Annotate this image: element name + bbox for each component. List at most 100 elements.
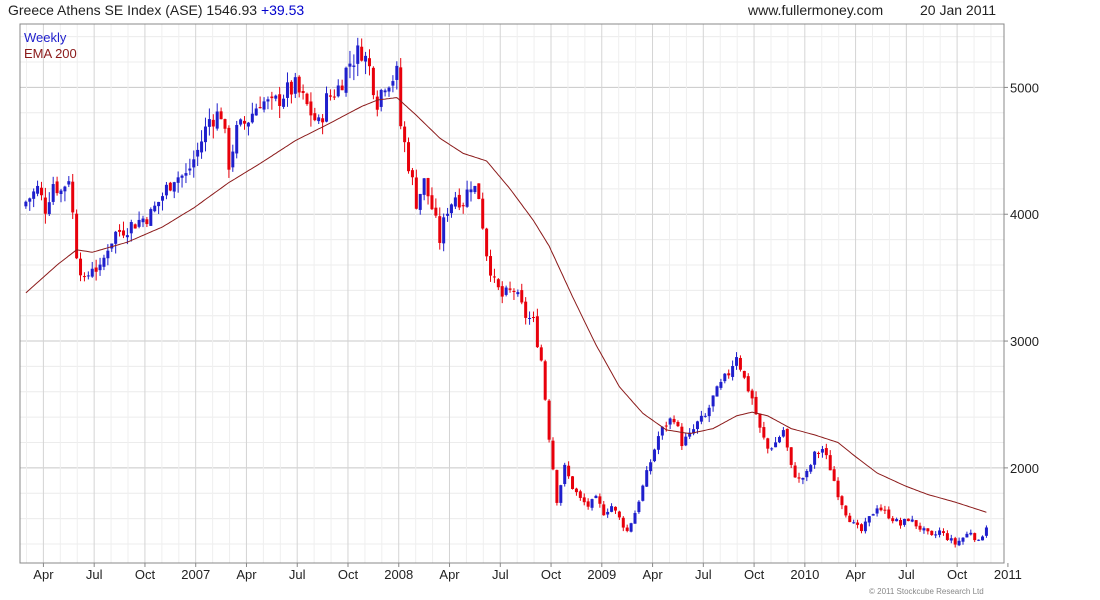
candle-body xyxy=(653,449,657,462)
candle-body xyxy=(371,67,375,96)
candle-body xyxy=(551,440,555,470)
candle-body xyxy=(699,415,703,422)
candle-body xyxy=(711,395,715,407)
candle-body xyxy=(899,520,903,526)
candle-body xyxy=(629,523,633,532)
candle-body xyxy=(742,370,746,378)
candle-body xyxy=(574,488,578,493)
candle-body xyxy=(235,124,239,154)
candle-body xyxy=(871,514,875,516)
candle-body xyxy=(945,533,949,540)
legend-ema: EMA 200 xyxy=(24,46,77,61)
candle-body xyxy=(594,495,598,499)
x-tick-label: 2010 xyxy=(790,567,819,582)
candle-body xyxy=(59,190,63,195)
candle-body xyxy=(656,436,660,450)
candle-body xyxy=(887,509,891,519)
candle-body xyxy=(949,538,953,541)
candle-body xyxy=(211,119,215,127)
candle-body xyxy=(832,469,836,481)
candle-body xyxy=(442,217,446,244)
candle-body xyxy=(852,522,856,524)
candle-body xyxy=(817,452,821,454)
candle-body xyxy=(727,373,731,376)
candle-body xyxy=(555,470,559,503)
candle-body xyxy=(645,470,649,487)
candle-body xyxy=(848,515,852,523)
candle-body xyxy=(465,189,469,207)
x-tick-label: Apr xyxy=(33,567,54,582)
candle-body xyxy=(875,508,879,514)
candle-body xyxy=(407,142,411,172)
candle-body xyxy=(477,183,481,199)
candle-body xyxy=(754,396,758,415)
candle-body xyxy=(51,184,55,202)
candle-body xyxy=(516,292,520,295)
candle-body xyxy=(32,191,36,199)
candle-body xyxy=(723,373,727,382)
candle-body xyxy=(414,177,418,209)
x-tick-label: 2011 xyxy=(994,567,1022,582)
candle-body xyxy=(789,447,793,465)
candle-body xyxy=(883,509,887,511)
candle-body xyxy=(82,276,86,278)
candle-body xyxy=(824,448,828,456)
x-tick-label: Apr xyxy=(236,567,257,582)
legend-period: Weekly xyxy=(24,30,67,45)
candle-body xyxy=(239,119,243,125)
candle-body xyxy=(610,506,614,512)
y-tick-label: 5000 xyxy=(1010,80,1039,95)
candle-body xyxy=(86,275,90,277)
candle-body xyxy=(215,111,219,129)
candle-body xyxy=(770,448,774,450)
candle-body xyxy=(695,421,699,430)
candle-body xyxy=(621,517,625,528)
candle-body xyxy=(563,464,567,485)
candle-body xyxy=(200,141,204,153)
candle-body xyxy=(313,113,317,121)
candle-body xyxy=(164,184,168,196)
candle-body xyxy=(332,96,336,98)
candle-body xyxy=(246,122,250,127)
candle-body xyxy=(250,113,254,123)
candle-body xyxy=(598,496,602,504)
candle-body xyxy=(422,178,426,195)
y-axis: 2000 3000 4000 5000 xyxy=(1004,80,1039,476)
candle-body xyxy=(360,46,364,61)
candle-body xyxy=(625,527,629,531)
candle-body xyxy=(75,213,79,259)
candle-body xyxy=(282,98,286,107)
candle-body xyxy=(961,537,965,542)
candle-body xyxy=(984,527,988,536)
grid-lines xyxy=(20,24,1004,563)
candle-body xyxy=(153,205,157,212)
candle-body xyxy=(703,415,707,417)
candle-body xyxy=(684,436,688,446)
candle-body xyxy=(387,87,391,92)
candle-body xyxy=(504,287,508,295)
candle-body xyxy=(906,518,910,522)
candle-body xyxy=(418,193,422,210)
candle-body xyxy=(481,198,485,229)
candle-body xyxy=(106,250,110,259)
candle-body xyxy=(809,465,813,472)
candle-body xyxy=(750,390,754,399)
candle-body xyxy=(71,181,75,213)
candle-body xyxy=(571,476,575,489)
x-tick-label: Jul xyxy=(695,567,712,582)
candle-body xyxy=(496,279,500,288)
candle-body xyxy=(840,496,844,506)
candle-body xyxy=(766,438,770,449)
candle-body xyxy=(47,202,51,215)
candle-body xyxy=(321,118,325,123)
candle-body xyxy=(457,194,461,208)
candle-body xyxy=(637,501,641,513)
candle-body xyxy=(231,151,235,168)
y-tick-label: 4000 xyxy=(1010,207,1039,222)
candle-body xyxy=(391,81,395,86)
candle-body xyxy=(258,107,262,109)
x-axis: Apr Jul Oct 2007 Apr Jul Oct 2008 Apr Jul Oct 2009 A… xyxy=(33,563,1022,582)
candle-body xyxy=(149,209,153,226)
candle-body xyxy=(762,427,766,438)
candle-body xyxy=(547,400,551,440)
